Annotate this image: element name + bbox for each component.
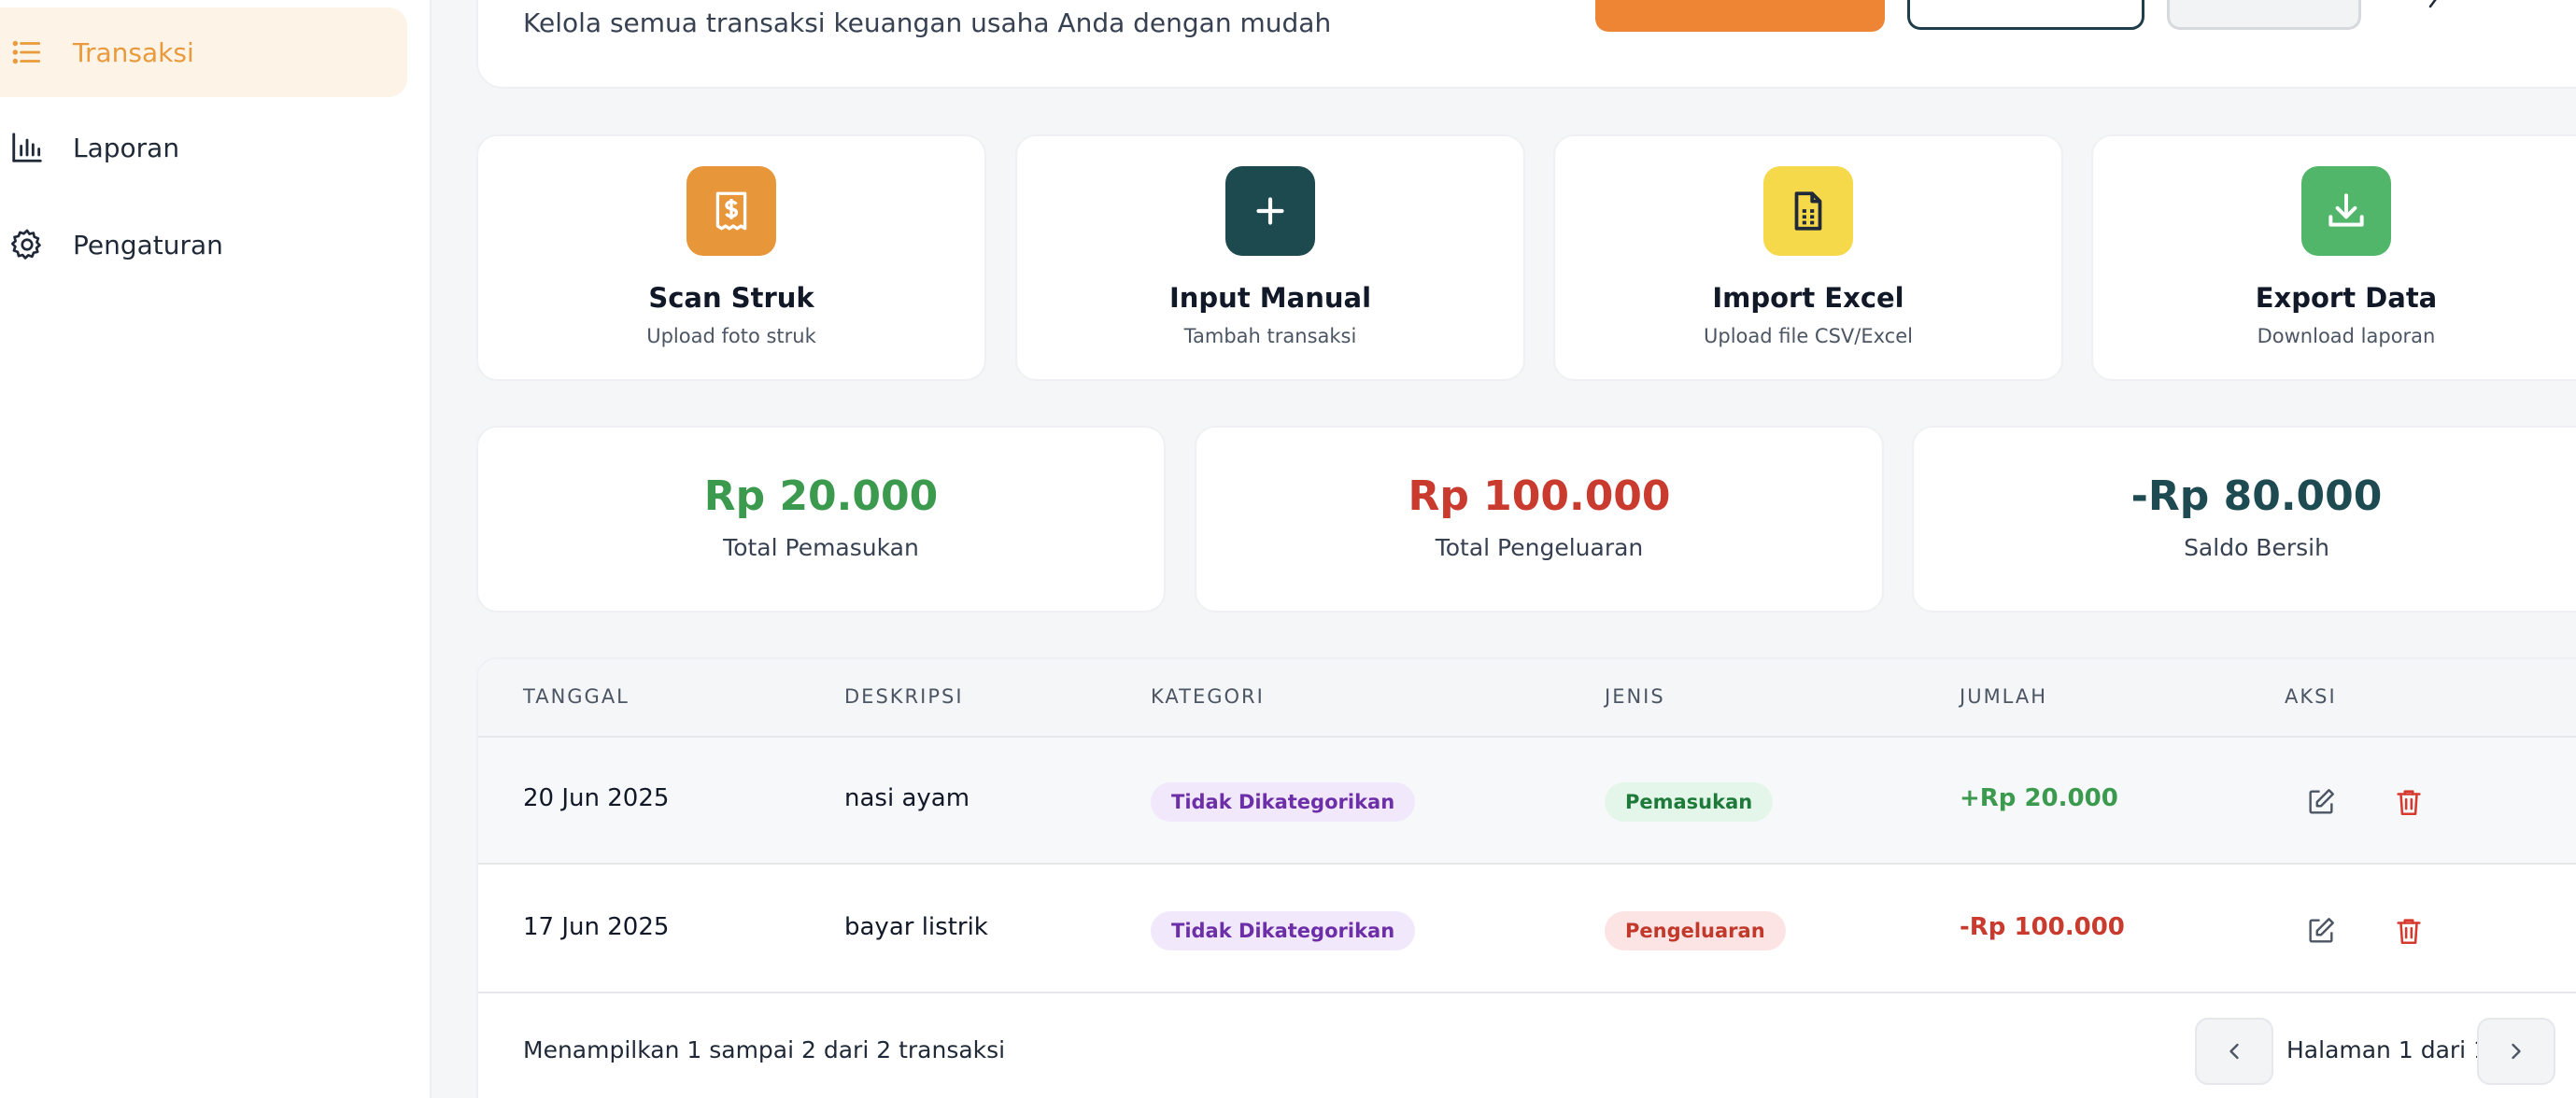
action-title: Input Manual <box>1168 282 1372 314</box>
sidebar-item-label: Laporan <box>73 132 180 163</box>
sidebar-item-transaksi[interactable]: Transaksi <box>0 7 407 97</box>
action-title: Export Data <box>2255 282 2438 314</box>
cell-amount: +Rp 20.000 <box>1960 784 2118 812</box>
cell-amount: -Rp 100.000 <box>1960 913 2125 941</box>
edit-icon[interactable] <box>2305 915 2337 947</box>
plus-icon <box>1225 166 1315 256</box>
page-header: Kelola semua transaksi keuangan usaha An… <box>476 0 2576 89</box>
summary-label: Total Pemasukan <box>723 534 919 561</box>
sidebar: Transaksi Laporan Pengaturan <box>0 0 432 1098</box>
table-row: 17 Jun 2025 bayar listrik Tidak Dikatego… <box>478 866 2576 993</box>
summary-value: -Rp 80.000 <box>2130 472 2383 520</box>
primary-action-button[interactable] <box>1595 0 1885 32</box>
cell-description: bayar listrik <box>844 913 988 941</box>
edit-icon[interactable] <box>2305 786 2337 818</box>
column-header-aksi: AKSI <box>2285 685 2337 708</box>
prev-page-button[interactable] <box>2195 1018 2273 1085</box>
column-header-tanggal[interactable]: TANGGAL <box>523 685 630 708</box>
bar-chart-icon <box>7 128 47 167</box>
category-badge: Tidak Dikategorikan <box>1151 911 1416 950</box>
gear-icon <box>7 225 47 264</box>
transactions-table: TANGGAL DESKRIPSI KATEGORI JENIS JUMLAH … <box>476 657 2576 1098</box>
download-icon <box>2301 166 2391 256</box>
action-desc: Upload foto struk <box>646 325 816 347</box>
next-page-button[interactable] <box>2477 1018 2555 1085</box>
input-manual-card[interactable]: Input Manual Tambah transaksi <box>1015 134 1525 381</box>
chevron-left-icon <box>2229 1043 2239 1060</box>
summary-income-card: Rp 20.000 Total Pemasukan <box>476 426 1166 612</box>
cell-description: nasi ayam <box>844 784 970 812</box>
trash-icon[interactable] <box>2393 915 2425 947</box>
sidebar-item-label: Transaksi <box>73 36 194 68</box>
receipt-icon <box>686 166 776 256</box>
column-header-jenis[interactable]: JENIS <box>1605 685 1665 708</box>
cell-date: 20 Jun 2025 <box>523 784 670 812</box>
page-subtitle: Kelola semua transaksi keuangan usaha An… <box>523 7 1332 38</box>
sidebar-item-label: Pengaturan <box>73 229 223 260</box>
spreadsheet-icon <box>1763 166 1853 256</box>
sidebar-item-pengaturan[interactable]: Pengaturan <box>0 200 407 289</box>
header-icon[interactable] <box>2421 0 2449 21</box>
pagination-summary: Menampilkan 1 sampai 2 dari 2 transaksi <box>523 1036 1006 1063</box>
sidebar-item-laporan[interactable]: Laporan <box>0 103 407 192</box>
chevron-right-icon <box>2512 1043 2521 1060</box>
tertiary-action-button[interactable] <box>2167 0 2361 30</box>
type-badge: Pengeluaran <box>1605 911 1786 950</box>
list-icon <box>7 33 47 72</box>
table-row: 20 Jun 2025 nasi ayam Tidak Dikategorika… <box>478 738 2576 865</box>
action-title: Scan Struk <box>648 282 814 314</box>
summary-label: Total Pengeluaran <box>1435 534 1644 561</box>
summary-balance-card: -Rp 80.000 Saldo Bersih <box>1912 426 2576 612</box>
column-header-kategori[interactable]: KATEGORI <box>1151 685 1265 708</box>
summary-value: Rp 100.000 <box>1408 472 1671 520</box>
column-header-jumlah[interactable]: JUMLAH <box>1960 685 2047 708</box>
type-badge: Pemasukan <box>1605 782 1774 822</box>
action-desc: Tambah transaksi <box>1183 325 1357 347</box>
summary-value: Rp 20.000 <box>703 472 939 520</box>
column-header-deskripsi[interactable]: DESKRIPSI <box>844 685 964 708</box>
import-excel-card[interactable]: Import Excel Upload file CSV/Excel <box>1553 134 2063 381</box>
table-header: TANGGAL DESKRIPSI KATEGORI JENIS JUMLAH … <box>478 659 2576 738</box>
category-badge: Tidak Dikategorikan <box>1151 782 1416 822</box>
action-desc: Download laporan <box>2257 325 2436 347</box>
trash-icon[interactable] <box>2393 786 2425 818</box>
export-data-card[interactable]: Export Data Download laporan <box>2091 134 2576 381</box>
summary-label: Saldo Bersih <box>2184 534 2329 561</box>
secondary-action-button[interactable] <box>1907 0 2144 30</box>
action-title: Import Excel <box>1712 282 1904 314</box>
summary-expense-card: Rp 100.000 Total Pengeluaran <box>1195 426 1884 612</box>
action-desc: Upload file CSV/Excel <box>1704 325 1913 347</box>
cell-date: 17 Jun 2025 <box>523 913 670 941</box>
scan-struk-card[interactable]: Scan Struk Upload foto struk <box>476 134 986 381</box>
app-root: Transaksi Laporan Pengaturan Kelola semu… <box>0 0 2576 1098</box>
page-indicator: Halaman 1 dari 1 <box>2286 1036 2488 1063</box>
